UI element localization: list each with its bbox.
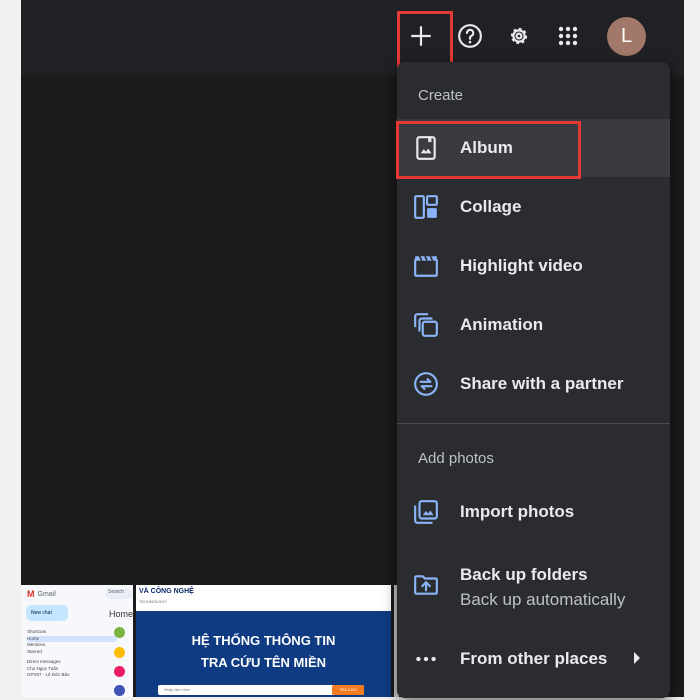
collage-icon	[414, 195, 438, 219]
menu-item-collage[interactable]: Collage	[397, 178, 670, 236]
apps-button[interactable]	[546, 14, 590, 58]
site-title-line-1: HỆ THỐNG THÔNG TIN	[191, 633, 336, 648]
gmail-brand: Gmail	[37, 590, 56, 598]
right-frame	[684, 0, 700, 700]
gmail-space-avatar	[114, 647, 125, 658]
help-circle-icon	[458, 24, 482, 48]
account-avatar[interactable]: L	[607, 17, 646, 56]
menu-item-from-other-places[interactable]: From other places	[397, 630, 670, 688]
album-highlight	[396, 121, 581, 179]
site-title-line-2: TRA CỨU TÊN MIỀN	[200, 655, 327, 670]
add-photos-section-label: Add photos	[418, 450, 494, 467]
gmail-space-avatar	[114, 627, 125, 638]
gmail-logo: M Gmail	[27, 589, 56, 599]
menu-item-highlight-video[interactable]: Highlight video	[397, 237, 670, 295]
backup-folder-icon	[414, 575, 438, 595]
left-frame	[0, 0, 21, 700]
more-horizontal-icon	[416, 656, 436, 662]
gmail-nav-item: Starred	[27, 648, 42, 654]
site-search-button: TRA CỨU	[332, 685, 364, 695]
chevron-right-icon	[634, 652, 640, 664]
gmail-thumbnail[interactable]: M Gmail Search New chat Home Shortcuts H…	[21, 585, 133, 697]
site-header: VÀ CÔNG NGHỆ TECHNOLOGY	[136, 585, 391, 611]
menu-item-label: Back up folders	[460, 565, 588, 584]
create-section-label: Create	[418, 87, 464, 104]
gmail-search: Search	[105, 589, 133, 599]
menu-item-label: Share with a partner	[460, 374, 624, 393]
apps-grid-icon	[558, 26, 578, 46]
gmail-dm-item: GPV67 - Lê Đức Bảo	[27, 672, 70, 677]
menu-item-label: Animation	[460, 315, 544, 334]
gmail-new-chat: New chat	[26, 605, 68, 621]
menu-item-animation[interactable]: Animation	[397, 296, 670, 354]
partner-share-icon	[414, 372, 438, 396]
clapperboard-icon	[414, 255, 438, 277]
menu-item-back-up-folders[interactable]: Back up folders Back up automatically	[397, 555, 670, 615]
gmail-space-avatar	[114, 666, 125, 677]
menu-item-sublabel: Back up automatically	[460, 590, 626, 609]
gmail-shortcuts: Shortcuts	[27, 629, 47, 634]
gmail-space-avatar	[114, 685, 125, 696]
menu-item-label: Import photos	[460, 502, 575, 521]
gmail-nav-list: Shortcuts Home Mentions Starred Direct m…	[27, 629, 117, 679]
menu-item-label: From other places	[460, 649, 608, 668]
settings-button[interactable]	[497, 14, 541, 58]
site-header-subtitle: TECHNOLOGY	[139, 599, 168, 604]
menu-item-label: Highlight video	[460, 256, 583, 275]
import-photos-icon	[414, 500, 438, 524]
menu-divider	[397, 423, 670, 424]
gear-icon	[510, 27, 528, 45]
menu-item-import-photos[interactable]: Import photos	[397, 483, 670, 541]
add-button-highlight	[397, 11, 453, 69]
site-header-title: VÀ CÔNG NGHỆ	[139, 588, 194, 595]
menu-item-label: Collage	[460, 197, 522, 216]
domain-lookup-thumbnail[interactable]: VÀ CÔNG NGHỆ TECHNOLOGY HỆ THỐNG THÔNG T…	[136, 585, 391, 697]
animation-icon	[414, 313, 438, 337]
help-button[interactable]	[448, 14, 492, 58]
gmail-m-icon: M	[27, 589, 35, 599]
gmail-home-heading: Home	[109, 609, 133, 619]
menu-item-share-with-partner[interactable]: Share with a partner	[397, 355, 670, 413]
